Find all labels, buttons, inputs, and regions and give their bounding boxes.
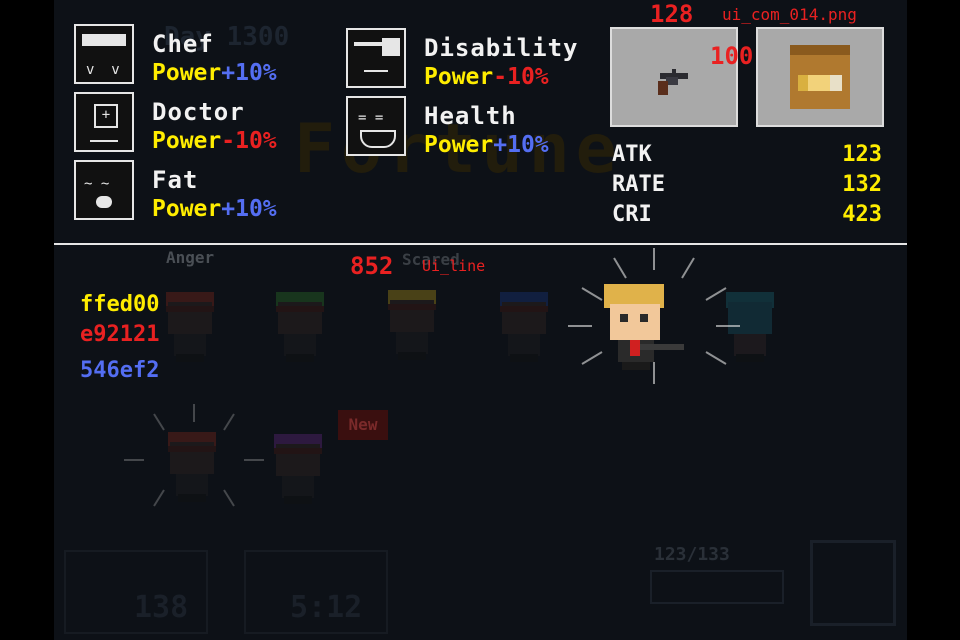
trait-effect-disability: Power-10%	[424, 64, 549, 90]
trait-effect-fat: Power+10%	[152, 196, 277, 222]
trait-effect-value: +10%	[221, 60, 277, 86]
trait-name-fat: Fat	[152, 166, 199, 194]
trait-effect-value: -10%	[221, 128, 277, 154]
trait-name-disability: Disability	[424, 34, 579, 62]
character-purple[interactable]	[268, 434, 328, 504]
trait-effect-value: +10%	[493, 132, 549, 158]
top-file-label: ui_com_014.png	[722, 5, 857, 24]
color-legend-red: e92121	[80, 322, 160, 347]
mid-counter: 852	[350, 252, 394, 280]
color-legend-blue: 546ef2	[80, 358, 160, 383]
bg-anger-label: Anger	[166, 248, 215, 267]
trait-name-doctor: Doctor	[152, 98, 245, 126]
game-screen: Day 1300 Fortune Anger Scared New 123/13…	[0, 0, 960, 640]
bg-reload-button	[810, 540, 896, 626]
health-face-icon: = =	[346, 96, 406, 156]
trait-effect-value: -10%	[493, 64, 549, 90]
chef-face-icon: v v	[74, 24, 134, 84]
stat-value-atk: 123	[842, 142, 882, 167]
character-green[interactable]	[270, 292, 330, 362]
character-yellow[interactable]	[382, 290, 442, 360]
stat-label-atk: ATK	[612, 142, 652, 167]
character-blue[interactable]	[494, 292, 554, 362]
doctor-face-icon: +	[74, 92, 134, 152]
slot-counter: 100	[710, 42, 754, 70]
stat-value-cri: 423	[842, 202, 882, 227]
bg-slot-left	[64, 550, 208, 634]
ammo-slot[interactable]	[756, 27, 884, 127]
stat-label-cri: CRI	[612, 202, 652, 227]
bg-ammo-count: 123/133	[654, 544, 730, 565]
trait-effect-label: Power	[152, 196, 222, 222]
character-red[interactable]	[160, 292, 220, 362]
trait-name-health: Health	[424, 102, 517, 130]
trait-effect-label: Power	[424, 132, 494, 158]
ammo-box-icon	[790, 45, 850, 109]
bg-new-badge: New	[338, 410, 388, 440]
trait-effect-value: +10%	[221, 196, 277, 222]
trait-name-chef: Chef	[152, 30, 214, 58]
character-blonde-selected[interactable]	[600, 284, 684, 374]
trait-effect-health: Power+10%	[424, 132, 549, 158]
bg-slot-mid	[244, 550, 388, 634]
top-counter: 128	[650, 0, 694, 28]
stat-label-rate: RATE	[612, 172, 665, 197]
disability-face-icon	[346, 28, 406, 88]
bg-ammo-bar	[650, 570, 784, 604]
ui-divider-line	[54, 243, 907, 245]
trait-effect-doctor: Power-10%	[152, 128, 277, 154]
overlay-panel: Day 1300 Fortune Anger Scared New 123/13…	[54, 0, 907, 640]
stat-value-rate: 132	[842, 172, 882, 197]
trait-effect-label: Power	[152, 60, 222, 86]
revolver-icon	[658, 69, 688, 95]
color-legend-yellow: ffed00	[80, 292, 160, 317]
fat-face-icon: ~ ~	[74, 160, 134, 220]
trait-effect-label: Power	[424, 64, 494, 90]
trait-effect-chef: Power+10%	[152, 60, 277, 86]
secondary-rays-icon	[124, 404, 264, 507]
mid-file-label: Ui_line	[422, 257, 486, 275]
trait-effect-label: Power	[152, 128, 222, 154]
